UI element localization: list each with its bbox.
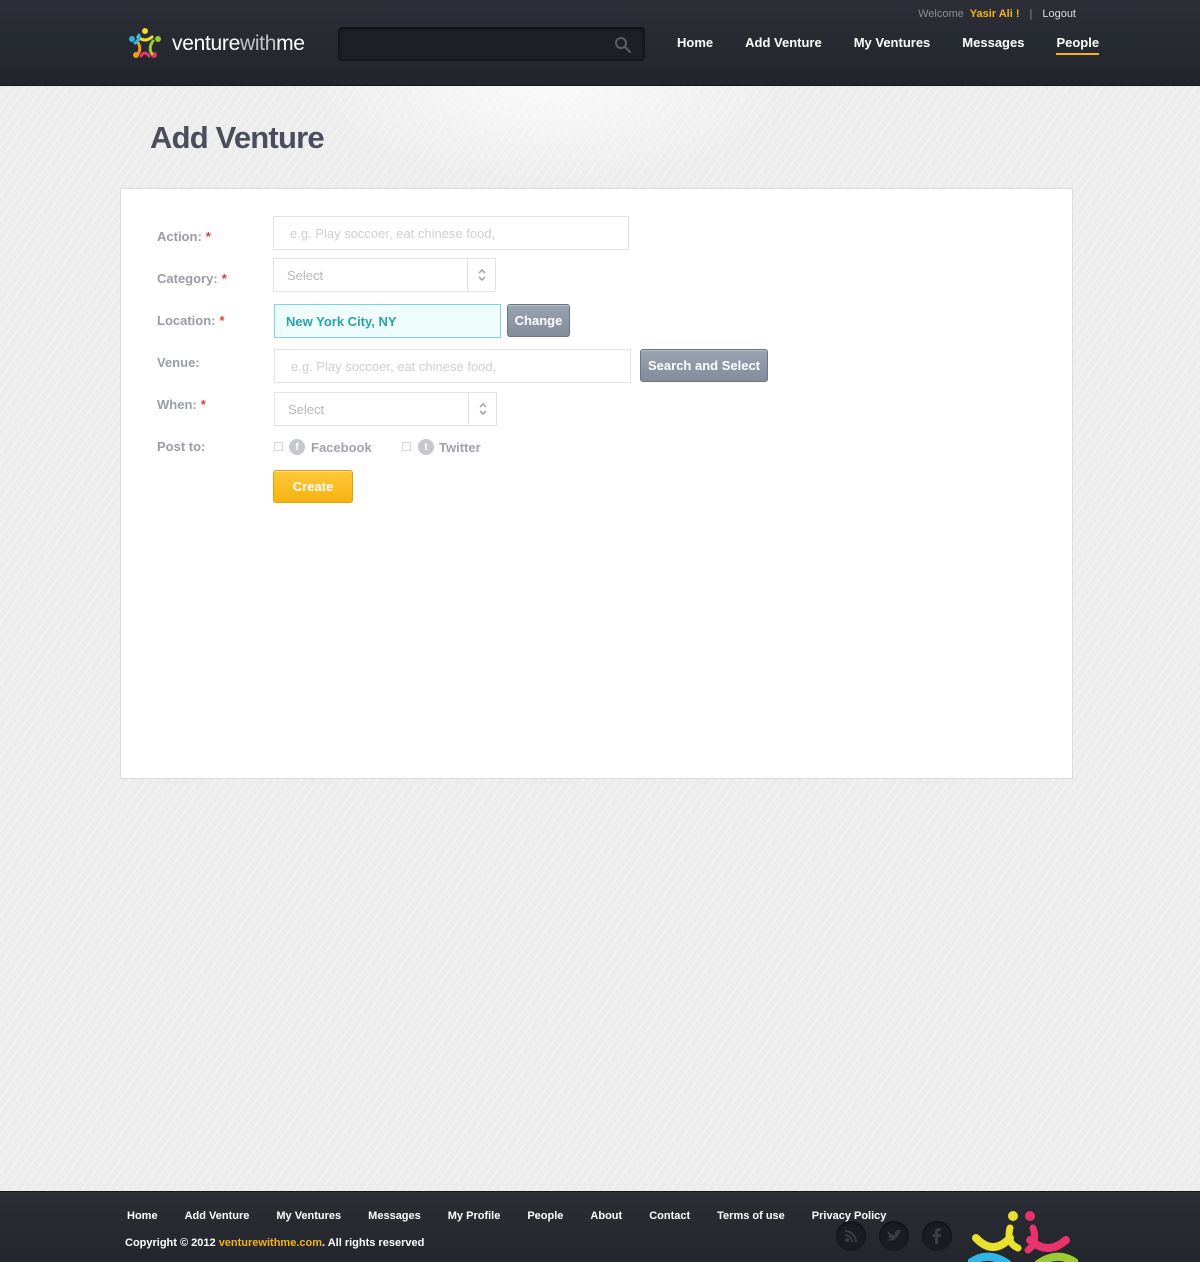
- logout-link[interactable]: Logout: [1042, 8, 1076, 20]
- user-name-link[interactable]: Yasir Ali !: [970, 8, 1020, 20]
- site-header: venturewithme Welcome Yasir Ali ! | Logo…: [0, 0, 1200, 86]
- footer-nav: Home Add Venture My Ventures Messages My…: [127, 1210, 913, 1222]
- when-select[interactable]: Select: [274, 392, 497, 426]
- post-to-label: Post to:: [157, 439, 206, 454]
- venue-label: Venue:: [157, 355, 200, 370]
- footer-link-people[interactable]: People: [527, 1210, 563, 1222]
- add-venture-form: Action:* Category:* Select Location:* Ch…: [120, 188, 1073, 779]
- footer-link-contact[interactable]: Contact: [649, 1210, 690, 1222]
- site-footer: Home Add Venture My Ventures Messages My…: [0, 1191, 1200, 1262]
- page-title: Add Venture: [150, 120, 325, 155]
- rss-icon[interactable]: [836, 1221, 866, 1251]
- search-and-select-button[interactable]: Search and Select: [640, 349, 768, 382]
- nav-messages[interactable]: Messages: [962, 35, 1024, 55]
- nav-add-venture[interactable]: Add Venture: [745, 35, 822, 55]
- title-highlight: [300, 86, 800, 186]
- updown-arrows-icon: [468, 393, 496, 425]
- footer-link-terms[interactable]: Terms of use: [717, 1210, 785, 1222]
- twitter-label: Twitter: [439, 440, 481, 455]
- action-input[interactable]: [273, 216, 629, 250]
- facebook-f-icon[interactable]: [922, 1221, 952, 1251]
- footer-link-about[interactable]: About: [590, 1210, 622, 1222]
- when-select-value: Select: [288, 401, 325, 417]
- footer-link-messages[interactable]: Messages: [368, 1210, 421, 1222]
- twitter-checkbox[interactable]: [402, 442, 411, 451]
- footer-link-my-ventures[interactable]: My Ventures: [276, 1210, 341, 1222]
- updown-arrows-icon: [467, 259, 495, 291]
- facebook-icon: f: [289, 439, 305, 455]
- facebook-checkbox[interactable]: [274, 442, 283, 451]
- footer-link-add-venture[interactable]: Add Venture: [185, 1210, 250, 1222]
- search-box: [338, 27, 645, 61]
- search-input[interactable]: [339, 28, 609, 60]
- location-label: Location: *: [157, 313, 225, 328]
- welcome-text: Welcome: [918, 8, 964, 20]
- nav-my-ventures[interactable]: My Ventures: [854, 35, 931, 55]
- people-star-logo-icon: [129, 28, 161, 58]
- change-location-button[interactable]: Change: [507, 304, 570, 337]
- nav-home[interactable]: Home: [677, 35, 713, 55]
- brand-name: venturewithme: [172, 32, 305, 55]
- when-label: When: *: [157, 397, 206, 412]
- twitter-bird-icon[interactable]: [879, 1221, 909, 1251]
- main-nav: Home Add Venture My Ventures Messages Pe…: [677, 35, 1100, 55]
- nav-people[interactable]: People: [1056, 35, 1100, 55]
- category-label: Category: *: [157, 271, 227, 286]
- facebook-label: Facebook: [311, 440, 372, 455]
- separator: |: [1029, 8, 1033, 20]
- footer-link-home[interactable]: Home: [127, 1210, 158, 1222]
- user-bar: Welcome Yasir Ali ! | Logout: [918, 8, 1076, 20]
- search-icon[interactable]: [614, 36, 632, 54]
- venue-input[interactable]: [274, 349, 631, 383]
- category-select[interactable]: Select: [273, 258, 496, 292]
- category-select-value: Select: [287, 267, 324, 283]
- site-logo[interactable]: venturewithme: [127, 26, 327, 62]
- copyright-text: Copyright © 2012 venturewithme.com. All …: [125, 1237, 425, 1249]
- people-logo-icon: [968, 1211, 1078, 1262]
- twitter-icon: t: [418, 439, 434, 455]
- location-input[interactable]: [274, 304, 501, 338]
- copyright-site-link[interactable]: venturewithme.com: [219, 1237, 322, 1249]
- footer-link-my-profile[interactable]: My Profile: [448, 1210, 501, 1222]
- create-button[interactable]: Create: [273, 470, 353, 503]
- action-label: Action: *: [157, 229, 211, 244]
